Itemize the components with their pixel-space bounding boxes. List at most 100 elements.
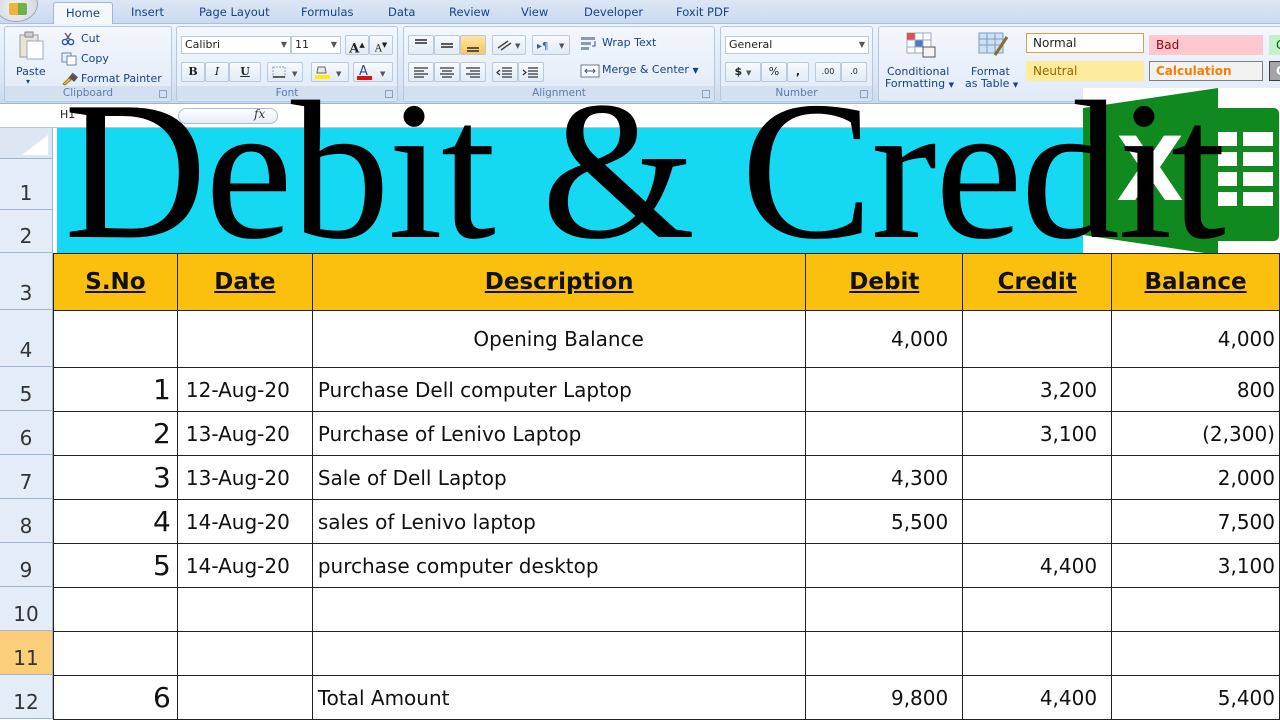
cell-description[interactable]: purchase computer desktop <box>311 543 807 588</box>
cell-description[interactable]: Opening Balance <box>311 310 807 368</box>
cell-balance[interactable]: 5,400 <box>1111 675 1280 720</box>
cell-date[interactable] <box>176 310 313 368</box>
cell-debit[interactable] <box>805 367 964 412</box>
cell-description[interactable]: Purchase of Lenivo Laptop <box>311 411 807 456</box>
cell-date[interactable] <box>176 587 313 632</box>
cell-sno[interactable]: 1 <box>53 367 178 412</box>
row-header-4[interactable]: 4 <box>0 310 53 367</box>
row-header-8[interactable]: 8 <box>0 499 53 543</box>
cell-debit[interactable]: 9,800 <box>805 675 964 720</box>
cell-balance[interactable]: 4,000 <box>1111 310 1280 368</box>
row-header-6[interactable]: 6 <box>0 411 53 455</box>
cell-credit[interactable] <box>962 310 1113 368</box>
grow-font-button[interactable]: A▲ <box>345 35 369 56</box>
cell-balance[interactable]: 7,500 <box>1111 499 1280 544</box>
cell-debit[interactable]: 4,000 <box>805 310 964 368</box>
cell-description[interactable]: Total Amount <box>311 675 807 720</box>
cell-sno[interactable]: 5 <box>53 543 178 588</box>
cell-debit[interactable] <box>805 411 964 456</box>
paste-dropdown-icon[interactable]: ▾ <box>26 77 30 86</box>
paste-button[interactable]: Paste <box>16 65 46 78</box>
tab-foxit-pdf[interactable]: Foxit PDF <box>676 5 729 19</box>
row-header-7[interactable]: 7 <box>0 455 53 499</box>
cell-credit[interactable] <box>962 587 1113 632</box>
cell-balance[interactable] <box>1111 631 1280 676</box>
cell-description[interactable]: Sale of Dell Laptop <box>311 455 807 500</box>
row-header-3[interactable]: 3 <box>0 253 53 310</box>
cell-credit[interactable]: 4,400 <box>962 675 1113 720</box>
tab-insert[interactable]: Insert <box>131 5 164 19</box>
align-bottom-button[interactable] <box>460 35 486 55</box>
text-direction-button[interactable]: ▸¶ ▼ <box>532 35 570 55</box>
cell-date[interactable]: 14-Aug-20 <box>176 543 313 588</box>
row-header-11[interactable]: 11 <box>0 631 53 675</box>
cell-credit[interactable] <box>962 455 1113 500</box>
column-header-balance[interactable]: Balance <box>1111 253 1280 311</box>
cell-debit[interactable] <box>805 631 964 676</box>
row-header-12[interactable]: 12 <box>0 675 53 719</box>
wrap-text-button[interactable]: Wrap Text <box>602 36 656 49</box>
tab-formulas[interactable]: Formulas <box>301 5 354 19</box>
cell-balance[interactable]: 800 <box>1111 367 1280 412</box>
cell-date[interactable] <box>176 675 313 720</box>
row-header-5[interactable]: 5 <box>0 367 53 411</box>
tab-review[interactable]: Review <box>449 5 490 19</box>
cell-balance[interactable]: 3,100 <box>1111 543 1280 588</box>
cell-debit[interactable]: 5,500 <box>805 499 964 544</box>
cell-date[interactable]: 12-Aug-20 <box>176 367 313 412</box>
cell-debit[interactable]: 4,300 <box>805 455 964 500</box>
column-header-debit[interactable]: Debit <box>805 253 964 311</box>
cell-sno[interactable] <box>53 631 178 676</box>
font-size-select[interactable]: 11 ▼ <box>291 36 341 54</box>
cell-date[interactable]: 13-Aug-20 <box>176 411 313 456</box>
row-header-1[interactable]: 1 <box>0 159 53 210</box>
tab-home[interactable]: Home <box>53 2 113 25</box>
cell-debit[interactable] <box>805 543 964 588</box>
column-header-credit[interactable]: Credit <box>962 253 1113 311</box>
shrink-font-button[interactable]: A▼ <box>369 35 393 55</box>
cell-credit[interactable]: 3,100 <box>962 411 1113 456</box>
align-top-button[interactable] <box>408 35 434 55</box>
cell-description[interactable]: sales of Lenivo laptop <box>311 499 807 544</box>
orientation-button[interactable]: ▼ <box>492 35 526 55</box>
column-header-sno[interactable]: S.No <box>53 253 178 311</box>
cell-date[interactable] <box>176 631 313 676</box>
row-header-10[interactable]: 10 <box>0 587 53 631</box>
cut-button[interactable]: Cut <box>81 32 100 45</box>
cell-sno[interactable]: 4 <box>53 499 178 544</box>
cell-credit[interactable] <box>962 499 1113 544</box>
align-middle-button[interactable] <box>434 35 460 55</box>
cell-credit[interactable]: 3,200 <box>962 367 1113 412</box>
tab-page-layout[interactable]: Page Layout <box>199 5 270 19</box>
select-all-button[interactable] <box>0 128 53 159</box>
tab-developer[interactable]: Developer <box>584 5 643 19</box>
cell-sno[interactable] <box>53 587 178 632</box>
column-header-date[interactable]: Date <box>176 253 313 311</box>
paste-icon[interactable] <box>17 31 45 61</box>
cell-balance[interactable] <box>1111 587 1280 632</box>
cell-description[interactable] <box>311 631 807 676</box>
row-header-2[interactable]: 2 <box>0 210 53 253</box>
column-header-description[interactable]: Description <box>311 253 807 311</box>
cell-date[interactable]: 14-Aug-20 <box>176 499 313 544</box>
cell-sno[interactable]: 3 <box>53 455 178 500</box>
cell-sno[interactable] <box>53 310 178 368</box>
cell-date[interactable]: 13-Aug-20 <box>176 455 313 500</box>
cell-credit[interactable]: 4,400 <box>962 543 1113 588</box>
cell-style-bad[interactable]: Bad <box>1149 35 1263 55</box>
cell-balance[interactable]: 2,000 <box>1111 455 1280 500</box>
cell-debit[interactable] <box>805 587 964 632</box>
cell-credit[interactable] <box>962 631 1113 676</box>
cell-balance[interactable]: (2,300) <box>1111 411 1280 456</box>
cell-description[interactable]: Purchase Dell computer Laptop <box>311 367 807 412</box>
office-button[interactable] <box>0 0 38 22</box>
cell-description[interactable] <box>311 587 807 632</box>
font-name-select[interactable]: Calibri ▼ <box>181 36 291 54</box>
tab-data[interactable]: Data <box>388 5 415 19</box>
tab-view[interactable]: View <box>521 5 548 19</box>
cell-sno[interactable]: 2 <box>53 411 178 456</box>
cell-style-check[interactable]: C <box>1269 61 1280 81</box>
cell-sno[interactable]: 6 <box>53 675 178 720</box>
cell-style-normal[interactable]: Normal <box>1026 33 1144 53</box>
row-header-9[interactable]: 9 <box>0 543 53 587</box>
